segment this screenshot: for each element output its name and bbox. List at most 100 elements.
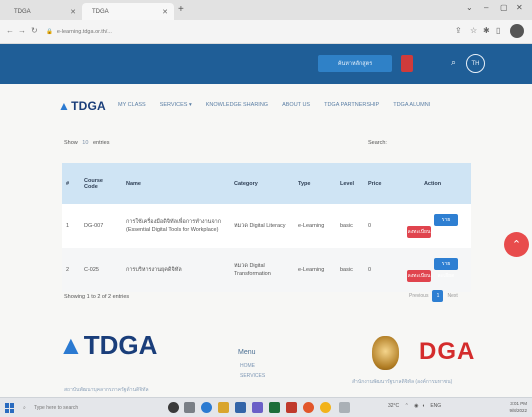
browser-tab-bar: TDGA ✕ TDGA ✕ + ⌄ – ▢ ✕ <box>0 0 532 20</box>
browser-tab-active[interactable]: TDGA ✕ <box>82 3 174 20</box>
cell-category: หมวด Digital Transformation <box>234 263 271 277</box>
pagination: Previous 1 Next <box>409 290 458 302</box>
site-logo[interactable]: ▲TDGA <box>58 99 106 113</box>
app-icon[interactable] <box>303 402 314 413</box>
col-price[interactable]: Price <box>364 163 394 204</box>
reload-icon[interactable]: ↻ <box>31 26 38 35</box>
footer-right-text: สำนักงานพัฒนารัฐบาลดิจิทัล (องค์การมหาชน… <box>352 379 453 385</box>
course-search-button[interactable]: ค้นหาหลักสูตร <box>318 55 392 72</box>
bookmark-star-icon[interactable]: ☆ <box>470 26 477 35</box>
scroll-to-top-button[interactable]: ⌃ <box>504 232 529 257</box>
course-table: # Course Code Name Category Type Level P… <box>62 163 471 292</box>
network-icon[interactable]: ◉ <box>414 403 418 409</box>
taskbar-search[interactable]: ⌕ Type here to search <box>20 401 126 415</box>
pager-next[interactable]: Next <box>447 293 457 299</box>
footer-menu-services[interactable]: SERVICES <box>240 373 265 379</box>
col-category[interactable]: Category <box>230 163 294 204</box>
pager-previous[interactable]: Previous <box>409 293 428 299</box>
task-view-icon[interactable] <box>184 402 195 413</box>
cortana-icon[interactable] <box>168 402 179 413</box>
nav-services[interactable]: SERVICES ▾ <box>160 102 192 108</box>
language-button[interactable]: TH <box>466 54 485 73</box>
teams-icon[interactable] <box>252 402 263 413</box>
input-language[interactable]: ENG <box>430 403 441 409</box>
chevron-down-icon[interactable]: ⌄ <box>466 3 473 12</box>
search-icon[interactable]: ⌕ <box>451 57 456 68</box>
cell-category: หมวด Digital Literacy <box>234 223 286 229</box>
close-window-icon[interactable]: ✕ <box>516 3 523 12</box>
search-icon: ⌕ <box>23 405 26 411</box>
details-button[interactable]: รายละเอียด <box>434 258 458 279</box>
edge-icon[interactable] <box>201 402 212 413</box>
cell-price: 0 <box>368 223 372 229</box>
register-button[interactable]: ลงทะเบียน <box>407 226 431 238</box>
volume-icon[interactable]: ◖ <box>422 403 425 409</box>
url-field[interactable]: 🔒 e-learning.tdga.or.th/... <box>46 25 436 39</box>
screen: TDGA ✕ TDGA ✕ + ⌄ – ▢ ✕ ← → ↻ 🔒 e-learni… <box>0 0 532 417</box>
cell-num: 1 <box>66 223 70 229</box>
app-icon[interactable] <box>286 402 297 413</box>
footer-menu-heading: Menu <box>238 349 256 356</box>
excel-icon[interactable] <box>269 402 280 413</box>
cell-level: basic <box>340 223 353 229</box>
nav-about-us[interactable]: ABOUT US <box>282 102 310 108</box>
show-suffix: entries <box>92 140 110 146</box>
show-prefix: Show <box>64 140 78 146</box>
cell-type: e-Learning <box>298 223 325 229</box>
table-row: 1 DG-007 การใช้เครื่องมือดิจิทัลเพื่อการ… <box>62 204 471 248</box>
main-nav: MY CLASS SERVICES ▾ KNOWLEDGE SHARING AB… <box>118 102 430 108</box>
nav-tdga-alumni[interactable]: TDGA ALUMNI <box>393 102 430 108</box>
logo-triangle-icon: ▲ <box>58 330 84 360</box>
footer-menu-home[interactable]: HOME <box>240 363 255 369</box>
store-icon[interactable] <box>235 402 246 413</box>
cell-name: การบริหารงานยุคดิจิทัล <box>126 267 182 273</box>
profile-avatar[interactable] <box>510 24 524 38</box>
close-icon[interactable]: ✕ <box>70 8 76 16</box>
file-explorer-icon[interactable] <box>218 402 229 413</box>
col-type[interactable]: Type <box>294 163 336 204</box>
taskbar-search-placeholder: Type here to search <box>34 405 79 411</box>
table-info: Showing 1 to 2 of 2 entries <box>64 294 130 300</box>
sidebar-icon[interactable]: ▯ <box>496 26 500 35</box>
register-button[interactable]: ลงทะเบียน <box>407 270 431 282</box>
col-level[interactable]: Level <box>336 163 364 204</box>
share-icon[interactable]: ⇪ <box>455 26 462 35</box>
col-course-code[interactable]: Course Code <box>80 163 122 204</box>
footer-left-text: สถาบันพัฒนาบุคลากรภาครัฐด้านดิจิทัล <box>64 387 149 393</box>
clock-date: 9/8/2022 <box>509 408 527 413</box>
chrome-icon[interactable] <box>320 402 331 413</box>
app-icon[interactable] <box>339 402 350 413</box>
cell-code: C-025 <box>84 267 99 273</box>
forward-icon[interactable]: → <box>18 26 26 35</box>
browser-tab[interactable]: TDGA ✕ <box>4 3 82 20</box>
close-icon[interactable]: ✕ <box>162 8 168 16</box>
nav-tdga-partnership[interactable]: TDGA PARTNERSHIP <box>324 102 379 108</box>
windows-start-icon[interactable] <box>5 403 15 413</box>
cell-price: 0 <box>368 267 372 273</box>
back-icon[interactable]: ← <box>6 26 14 35</box>
chevron-up-icon[interactable]: ⌃ <box>405 403 409 409</box>
pager-page-1[interactable]: 1 <box>432 290 444 302</box>
clock-time: 3:01 PM <box>510 401 527 406</box>
taskbar-clock[interactable]: 3:01 PM 9/8/2022 <box>497 400 527 414</box>
footer-logo[interactable]: ▲TDGA <box>58 330 157 361</box>
details-button[interactable]: รายละเอียด <box>434 214 458 235</box>
entries-select[interactable]: 10 <box>82 140 88 146</box>
extensions-icon[interactable]: ✱ <box>483 26 490 35</box>
tab-title: TDGA <box>14 8 31 15</box>
col-name[interactable]: Name <box>122 163 230 204</box>
lock-icon: 🔒 <box>46 29 53 35</box>
weather-text[interactable]: 32°C <box>388 403 399 409</box>
minimize-icon[interactable]: – <box>484 3 488 12</box>
site-top-band: ค้นหาหลักสูตร ⌕ TH <box>0 44 532 84</box>
login-button[interactable] <box>401 55 413 72</box>
nav-knowledge-sharing[interactable]: KNOWLEDGE SHARING <box>206 102 268 108</box>
col-num[interactable]: # <box>62 163 80 204</box>
cell-action: ลงทะเบียนรายละเอียด <box>394 248 471 292</box>
maximize-icon[interactable]: ▢ <box>500 3 508 12</box>
new-tab-icon[interactable]: + <box>178 4 184 15</box>
col-action: Action <box>423 180 442 187</box>
dga-logo: DGA <box>419 338 476 365</box>
footer-logo-text: TDGA <box>83 330 158 360</box>
nav-my-class[interactable]: MY CLASS <box>118 102 146 108</box>
